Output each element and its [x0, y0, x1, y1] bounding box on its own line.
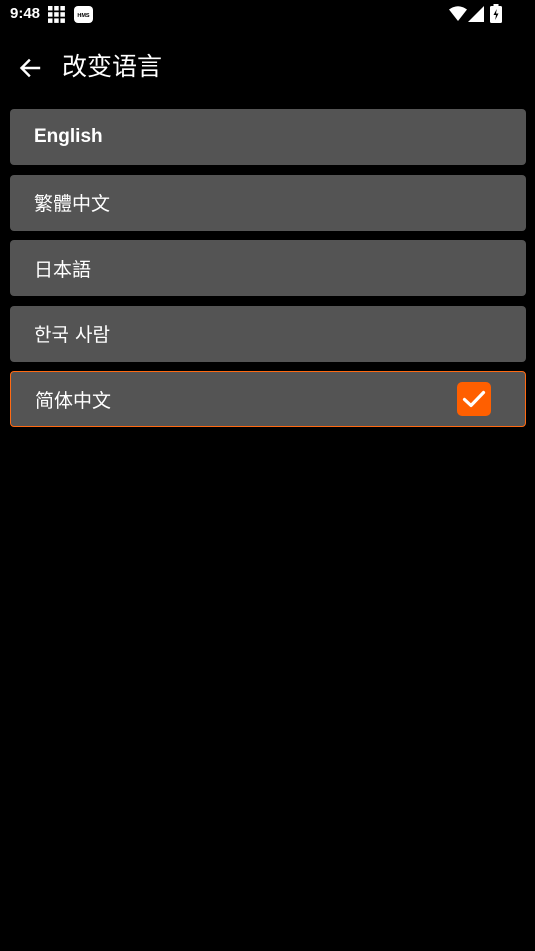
status-bar: 9:48 HMS	[0, 0, 535, 30]
language-label: 한국 사람	[34, 324, 110, 346]
language-option-korean[interactable]: 한국 사람	[10, 305, 526, 362]
language-option-japanese[interactable]: 日本語	[10, 240, 526, 296]
language-label: English	[34, 126, 103, 147]
language-label: 日本語	[34, 258, 92, 281]
hms-text: HMS	[77, 13, 90, 19]
grid-icon	[48, 6, 65, 23]
language-label: 简体中文	[35, 389, 112, 412]
selected-checkbox[interactable]	[457, 382, 491, 416]
page-title: 改变语言	[62, 52, 163, 81]
checkmark-icon	[462, 390, 486, 408]
status-time: 9:48	[10, 5, 41, 22]
language-list: English 繁體中文 日本語 한국 사람 简体中文	[10, 109, 526, 437]
wifi-icon	[449, 6, 467, 21]
language-option-simplified-chinese[interactable]: 简体中文	[10, 371, 526, 427]
language-option-traditional-chinese[interactable]: 繁體中文	[10, 174, 526, 231]
language-label: 繁體中文	[34, 193, 111, 215]
language-option-english[interactable]: English	[10, 109, 526, 165]
signal-icon	[468, 6, 484, 22]
arrow-left-icon	[19, 58, 41, 78]
back-button[interactable]	[14, 52, 46, 84]
hms-icon: HMS	[74, 6, 93, 23]
app-bar: 改变语言	[0, 40, 535, 96]
battery-icon	[490, 4, 502, 23]
